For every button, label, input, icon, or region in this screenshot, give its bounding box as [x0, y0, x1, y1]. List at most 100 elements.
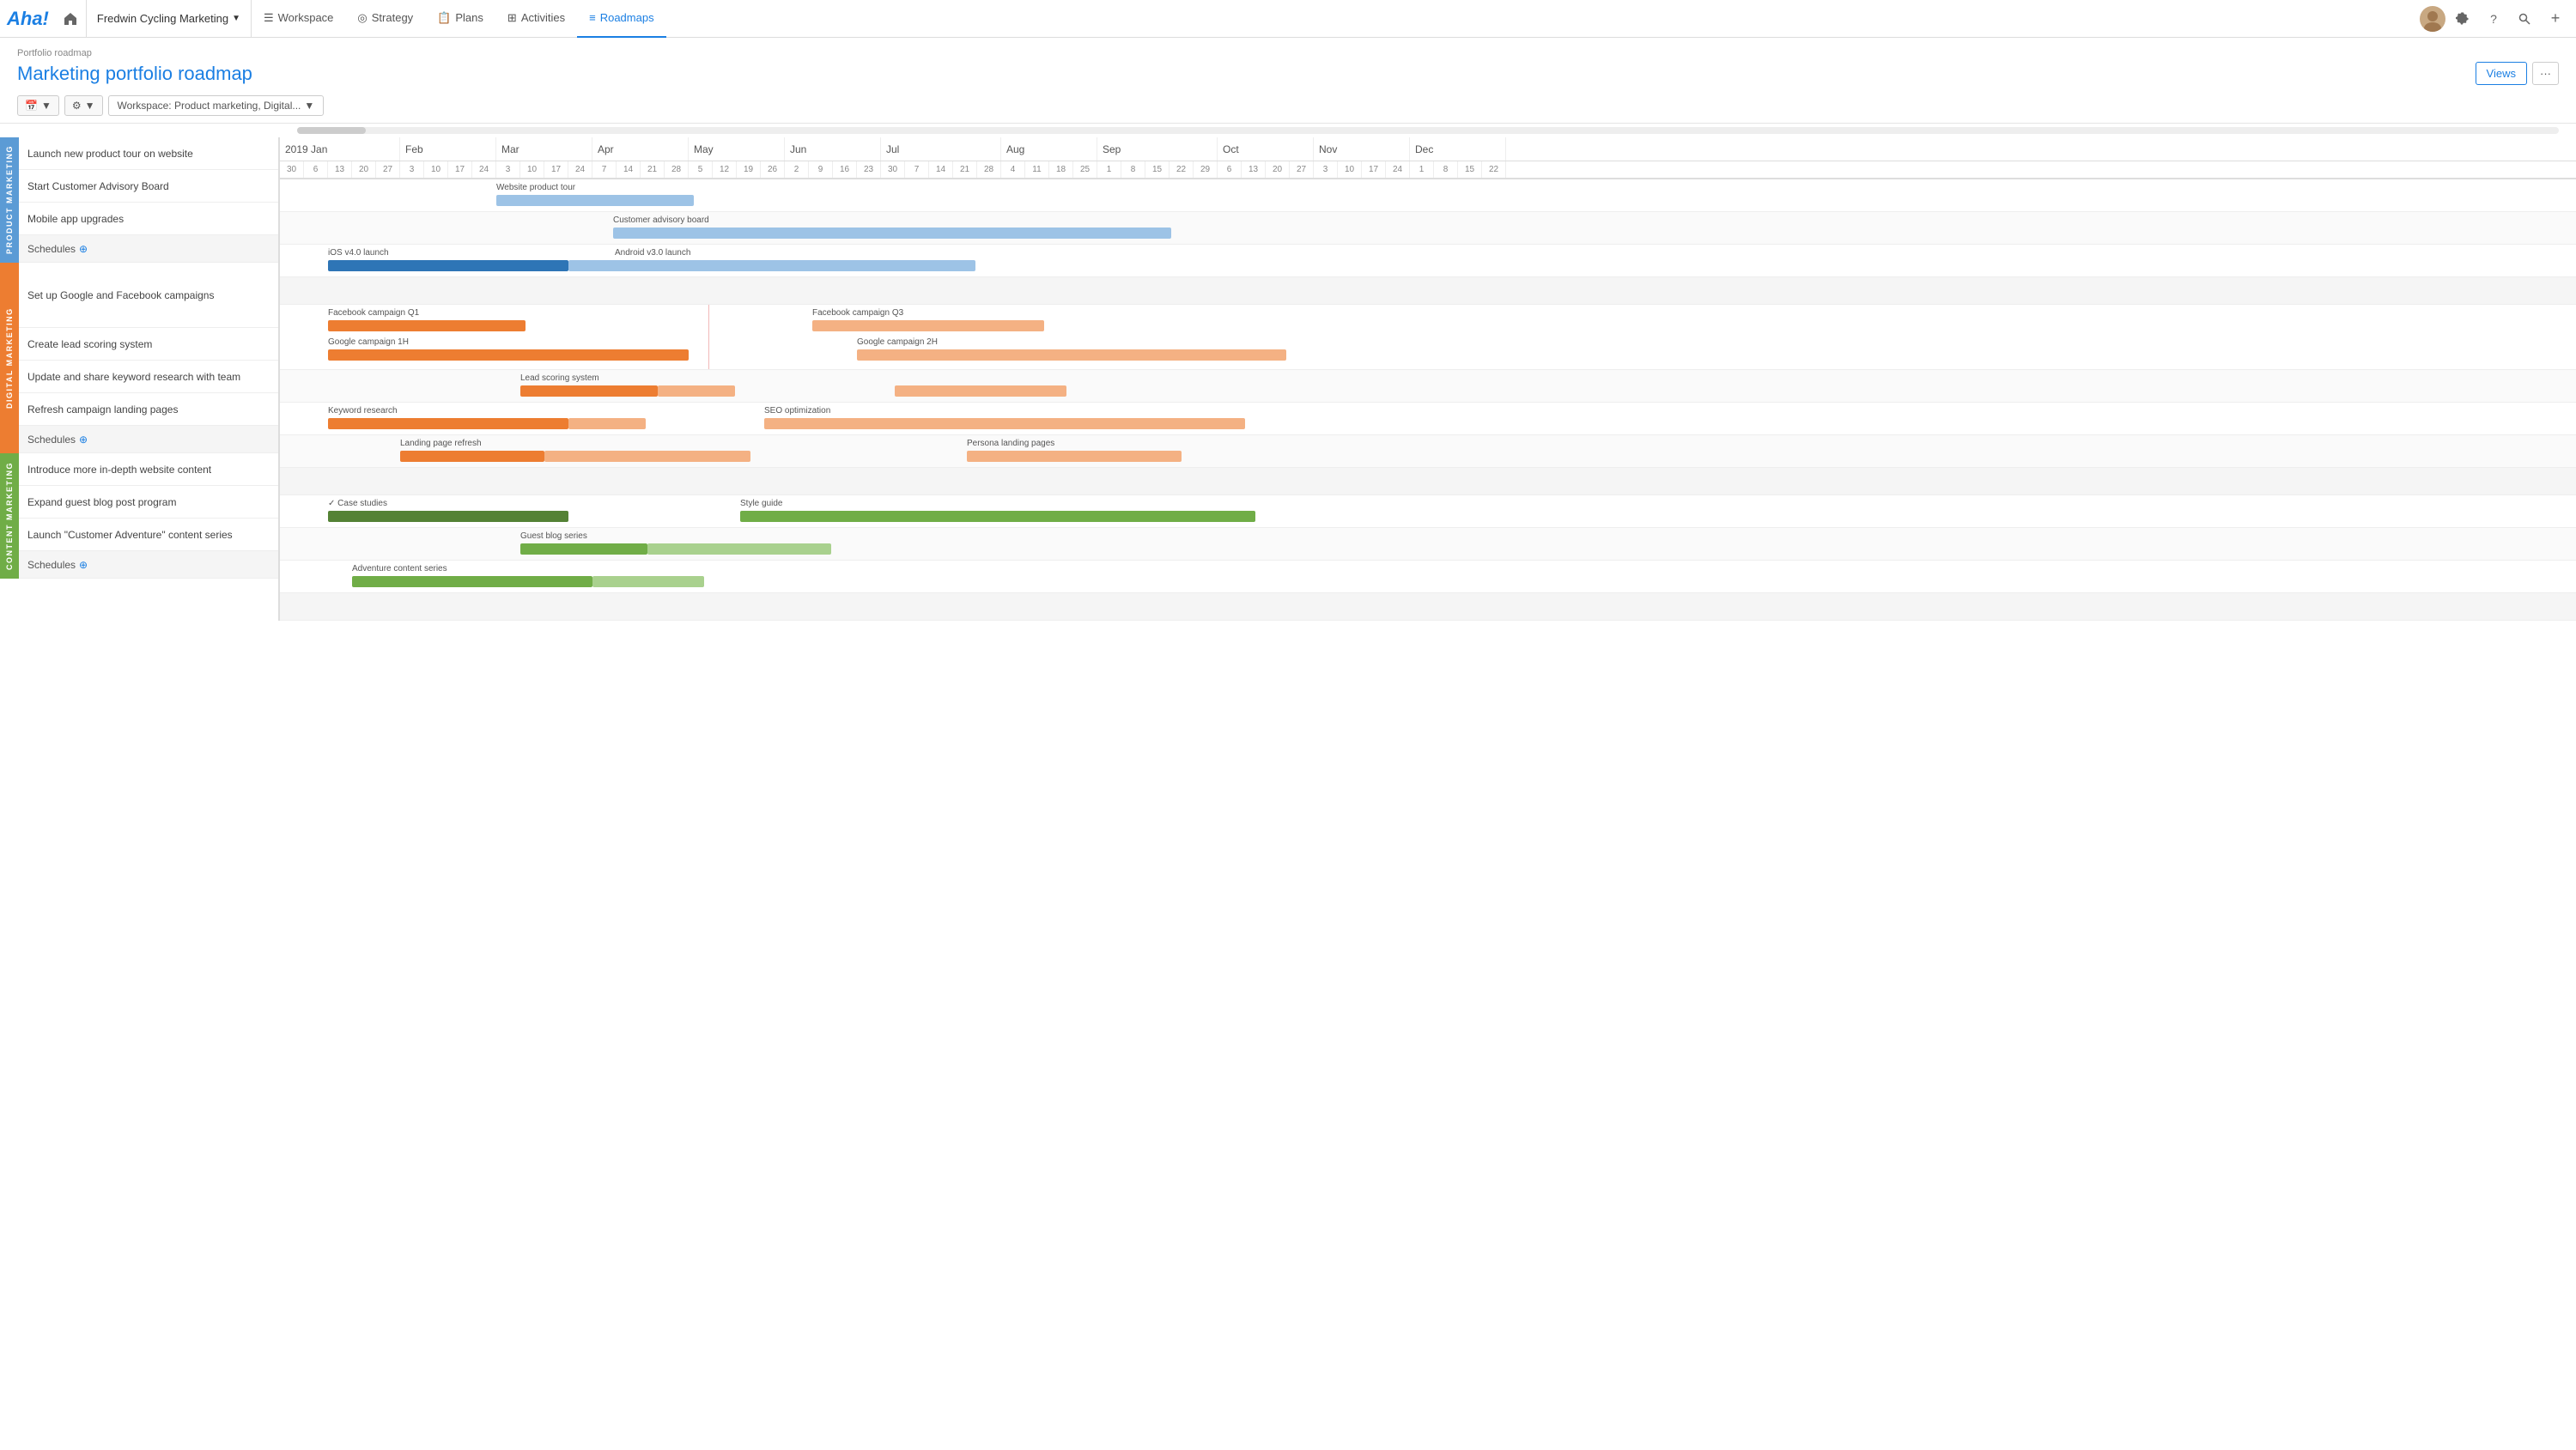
gantt-digital-row-2: Keyword research SEO optimization	[280, 403, 2576, 435]
bar-adventure-dark[interactable]	[352, 576, 592, 587]
bar-persona-label: Persona landing pages	[967, 439, 1054, 448]
week-a14: 14	[617, 161, 641, 178]
week-j9: 9	[809, 161, 833, 178]
bar-adventure-label: Adventure content series	[352, 564, 447, 573]
page-header: Portfolio roadmap Marketing portfolio ro…	[0, 38, 2576, 88]
avatar[interactable]	[2420, 6, 2445, 32]
bar-case-label: ✓ Case studies	[328, 499, 387, 508]
bar-guest-light[interactable]	[647, 543, 831, 555]
month-jan: 2019 Jan	[280, 137, 400, 161]
bar-seo-label: SEO optimization	[764, 406, 830, 416]
top-nav: Aha! Fredwin Cycling Marketing ▼ ☰ Works…	[0, 0, 2576, 38]
gantt-content-row-1: Guest blog series	[280, 528, 2576, 561]
bar-google-2h[interactable]	[857, 349, 1286, 361]
bar-ios[interactable]	[328, 260, 568, 271]
bar-guest-label: Guest blog series	[520, 531, 587, 541]
week-27: 27	[376, 161, 400, 178]
gantt-digital-row-0: Facebook campaign Q1 Google campaign 1H …	[280, 305, 2576, 370]
content-tab[interactable]: CONTENT MARKETING	[0, 453, 19, 579]
week-jl7: 7	[905, 161, 929, 178]
product-schedules[interactable]: Schedules⊕	[19, 235, 278, 263]
search-icon	[2518, 13, 2530, 25]
gantt-product-schedules	[280, 277, 2576, 305]
nav-item-roadmaps[interactable]: ≡ Roadmaps	[577, 0, 665, 38]
header-actions: Views ···	[2476, 62, 2559, 85]
bar-kw-dark[interactable]	[328, 418, 568, 429]
week-o13: 13	[1242, 161, 1266, 178]
week-o27: 27	[1290, 161, 1314, 178]
week-s22: 22	[1170, 161, 1194, 178]
bar-landing-dark[interactable]	[400, 451, 544, 462]
bar-seo[interactable]	[764, 418, 1245, 429]
more-actions-button[interactable]: ···	[2532, 62, 2559, 85]
bar-fb-q3[interactable]	[812, 320, 1044, 331]
nav-item-strategy[interactable]: ◎ Strategy	[345, 0, 425, 38]
home-btn[interactable]	[56, 0, 87, 38]
bar-website-tour[interactable]	[496, 195, 694, 206]
bar-lead-light[interactable]	[658, 385, 735, 397]
week-j23: 23	[857, 161, 881, 178]
search-btn[interactable]	[2511, 5, 2538, 33]
week-o6: 6	[1218, 161, 1242, 178]
digital-tab[interactable]: DIGITAL MARKETING	[0, 263, 19, 453]
digital-schedules-plus-icon: ⊕	[79, 434, 88, 446]
nav-item-activities[interactable]: ⊞ Activities	[495, 0, 577, 38]
week-n24: 24	[1386, 161, 1410, 178]
week-a21: 21	[641, 161, 665, 178]
week-my5: 5	[689, 161, 713, 178]
week-m10: 10	[520, 161, 544, 178]
bar-cab[interactable]	[613, 228, 1171, 239]
bar-website-tour-label: Website product tour	[496, 183, 575, 192]
digital-schedules[interactable]: Schedules⊕	[19, 426, 278, 453]
filter-btn[interactable]: ⚙ ▼	[64, 95, 103, 116]
digital-row-3: Refresh campaign landing pages	[19, 393, 278, 426]
bar-android[interactable]	[615, 260, 975, 271]
product-section: PRODUCT MARKETING Launch new product tou…	[0, 137, 278, 263]
week-20: 20	[352, 161, 376, 178]
bar-kw-light[interactable]	[568, 418, 646, 429]
views-button[interactable]: Views	[2476, 62, 2527, 85]
week-jl21: 21	[953, 161, 977, 178]
week-f24: 24	[472, 161, 496, 178]
week-d15: 15	[1458, 161, 1482, 178]
bar-google-1h-label: Google campaign 1H	[328, 337, 409, 347]
digital-row-0: Set up Google and Facebook campaigns	[19, 263, 278, 328]
month-nov: Nov	[1314, 137, 1410, 161]
calendar-btn[interactable]: 📅 ▼	[17, 95, 59, 116]
calendar-icon: 📅	[25, 100, 38, 112]
nav-item-plans[interactable]: 📋 Plans	[425, 0, 495, 38]
week-f17: 17	[448, 161, 472, 178]
bar-google-1h[interactable]	[328, 349, 689, 361]
add-btn[interactable]: +	[2542, 5, 2569, 33]
bar-guest-dark[interactable]	[520, 543, 647, 555]
gantt-content-schedules	[280, 593, 2576, 621]
settings-btn[interactable]	[2449, 5, 2476, 33]
week-d8: 8	[1434, 161, 1458, 178]
help-btn[interactable]: ?	[2480, 5, 2507, 33]
workspace-selector[interactable]: Workspace: Product marketing, Digital...…	[108, 95, 325, 116]
content-section: CONTENT MARKETING Introduce more in-dept…	[0, 453, 278, 579]
bar-android-label: Android v3.0 launch	[615, 248, 690, 258]
week-n17: 17	[1362, 161, 1386, 178]
bar-lead-dark[interactable]	[520, 385, 658, 397]
bar-landing-light[interactable]	[544, 451, 750, 462]
bar-case[interactable]	[328, 511, 568, 522]
scroll-thumb[interactable]	[297, 127, 366, 134]
week-d22: 22	[1482, 161, 1506, 178]
bar-fb-q1[interactable]	[328, 320, 526, 331]
week-n10: 10	[1338, 161, 1362, 178]
bar-fb-q3-label: Facebook campaign Q3	[812, 308, 903, 318]
product-tab[interactable]: PRODUCT MARKETING	[0, 137, 19, 263]
bar-persona[interactable]	[967, 451, 1182, 462]
bar-lead-q3[interactable]	[895, 385, 1066, 397]
months-row: 2019 Jan Feb Mar Apr May Jun Jul Aug Sep…	[280, 137, 2576, 161]
gantt-digital-row-1: Lead scoring system	[280, 370, 2576, 403]
product-name[interactable]: Fredwin Cycling Marketing ▼	[87, 0, 252, 38]
scroll-track[interactable]	[297, 127, 2559, 134]
week-a7: 7	[592, 161, 617, 178]
nav-item-workspace[interactable]: ☰ Workspace	[252, 0, 345, 38]
bar-adventure-light[interactable]	[592, 576, 704, 587]
logo[interactable]: Aha!	[7, 8, 49, 30]
content-schedules[interactable]: Schedules⊕	[19, 551, 278, 579]
bar-style[interactable]	[740, 511, 1255, 522]
